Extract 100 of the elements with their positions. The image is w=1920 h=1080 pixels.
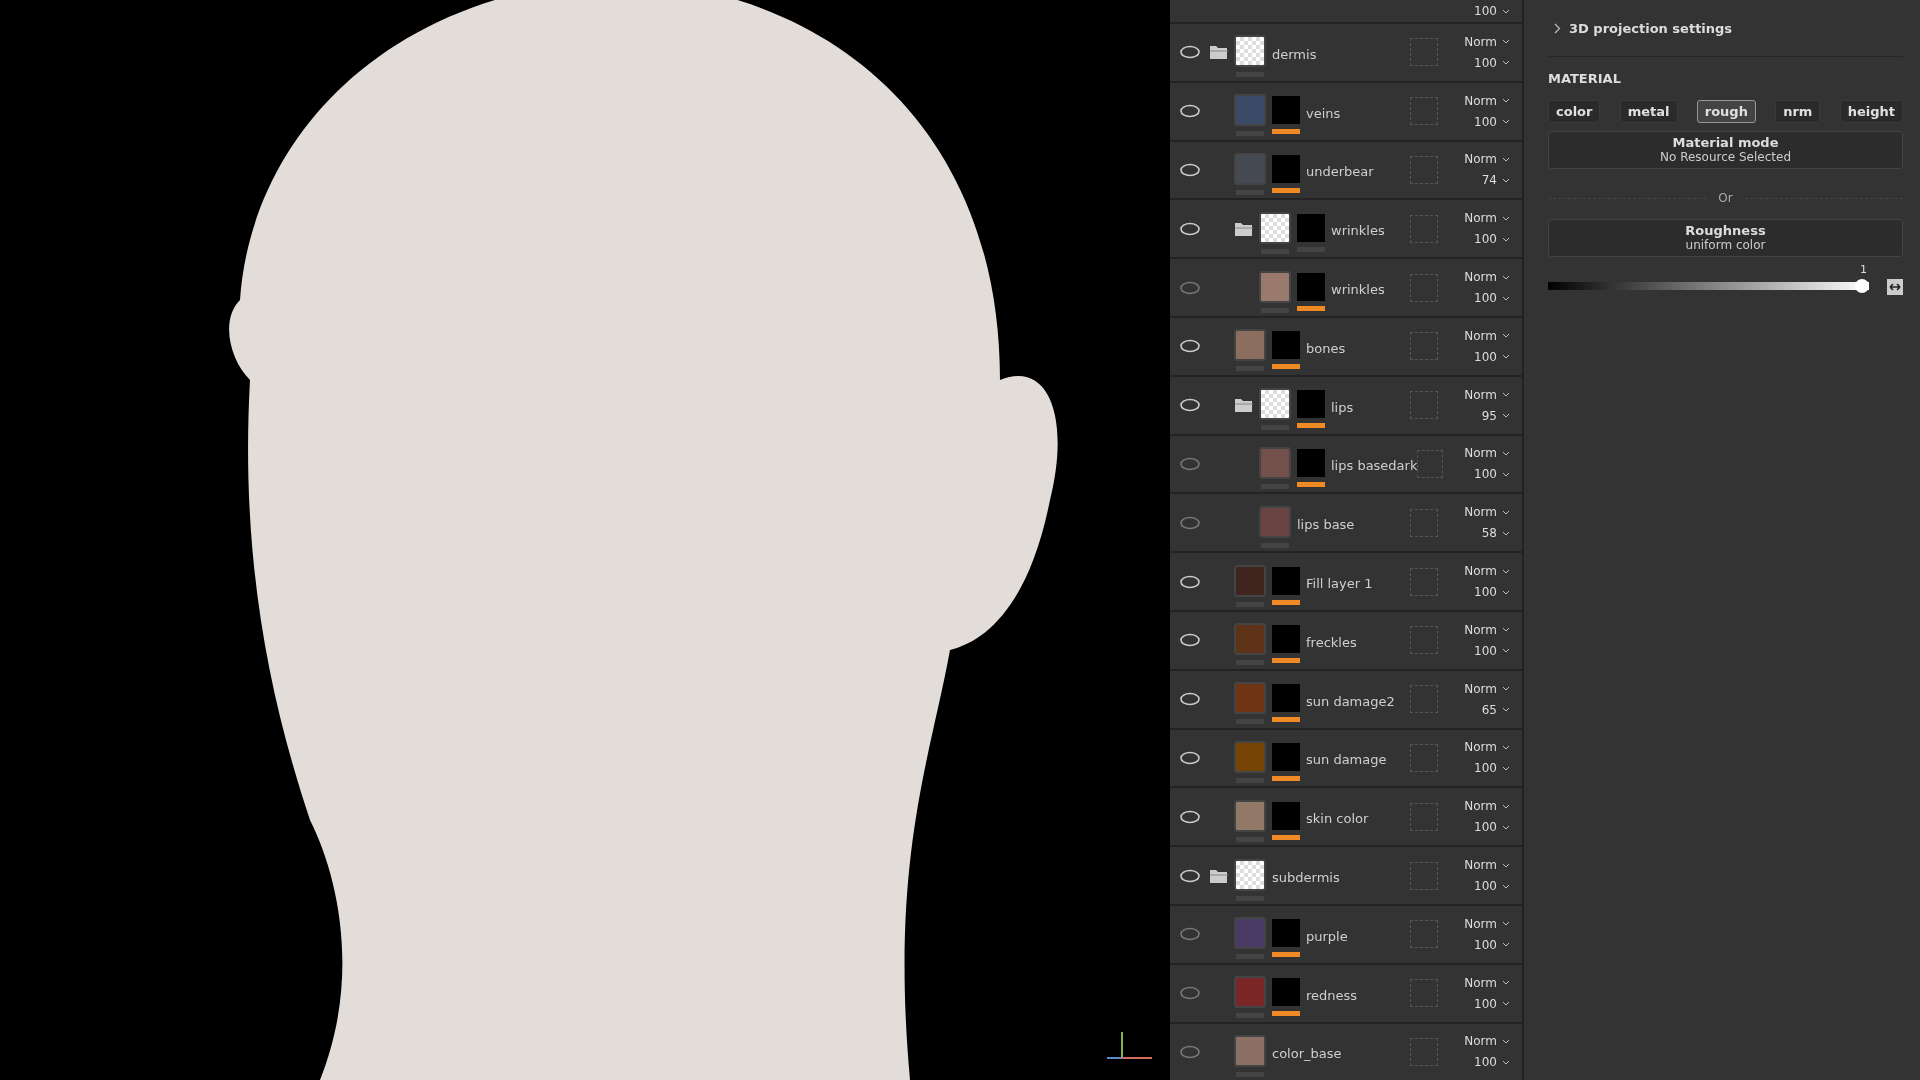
channel-button[interactable]: height xyxy=(1839,100,1903,123)
channel-button[interactable]: metal xyxy=(1619,100,1678,123)
blend-mode-dropdown[interactable]: Norm xyxy=(1464,152,1510,167)
opacity-dropdown[interactable]: 74 xyxy=(1481,173,1510,188)
opacity-dropdown[interactable]: 100 xyxy=(1474,291,1510,306)
visibility-eye-icon[interactable] xyxy=(1180,574,1200,589)
effect-slot[interactable] xyxy=(1410,273,1438,302)
folder-icon[interactable] xyxy=(1234,220,1254,237)
blend-mode-dropdown[interactable]: Norm xyxy=(1464,93,1510,108)
folder-thumbnail[interactable] xyxy=(1259,388,1291,421)
blend-mode-dropdown[interactable]: Norm xyxy=(1464,622,1510,637)
effect-slot[interactable] xyxy=(1410,802,1438,831)
blend-mode-dropdown[interactable]: Norm xyxy=(1464,681,1510,696)
mask-thumbnail[interactable] xyxy=(1272,801,1300,830)
opacity-dropdown[interactable]: 100 xyxy=(1474,585,1510,600)
effect-slot[interactable] xyxy=(1417,449,1444,478)
material-mode-button[interactable]: Material mode No Resource Selected xyxy=(1548,131,1903,169)
fill-thumbnail[interactable] xyxy=(1234,799,1266,832)
opacity-dropdown[interactable]: 100 xyxy=(1474,349,1510,364)
effect-slot[interactable] xyxy=(1410,156,1438,184)
blend-mode-dropdown[interactable]: Norm xyxy=(1464,211,1510,226)
opacity-dropdown[interactable]: 95 xyxy=(1481,408,1510,423)
effect-slot[interactable] xyxy=(1410,391,1438,420)
folder-thumbnail[interactable] xyxy=(1259,211,1291,244)
blend-mode-dropdown[interactable]: Norm xyxy=(1464,916,1510,931)
mask-thumbnail[interactable] xyxy=(1297,272,1325,301)
opacity-dropdown[interactable]: 100 xyxy=(1474,114,1510,129)
effect-slot[interactable] xyxy=(1410,508,1438,537)
opacity-dropdown[interactable]: 100 xyxy=(1474,643,1510,658)
visibility-eye-icon[interactable] xyxy=(1180,398,1200,413)
visibility-eye-icon[interactable] xyxy=(1180,339,1200,354)
roughness-source-button[interactable]: Roughness uniform color xyxy=(1548,219,1903,257)
mask-thumbnail[interactable] xyxy=(1272,96,1300,125)
visibility-eye-icon[interactable] xyxy=(1180,809,1200,824)
visibility-eye-icon[interactable] xyxy=(1180,163,1200,177)
fill-thumbnail[interactable] xyxy=(1234,623,1266,656)
blend-mode-dropdown[interactable]: Norm xyxy=(1464,505,1510,520)
section-header[interactable]: 3D projection settings xyxy=(1548,0,1903,57)
blend-mode-dropdown[interactable]: Norm xyxy=(1464,799,1510,814)
fill-thumbnail[interactable] xyxy=(1234,329,1266,362)
fill-thumbnail[interactable] xyxy=(1234,976,1266,1009)
fill-thumbnail[interactable] xyxy=(1234,94,1266,127)
swap-icon[interactable] xyxy=(1887,279,1903,295)
blend-mode-dropdown[interactable]: Norm xyxy=(1464,858,1510,873)
effect-slot[interactable] xyxy=(1410,97,1438,126)
fill-thumbnail[interactable] xyxy=(1234,917,1266,950)
mask-thumbnail[interactable] xyxy=(1272,742,1300,771)
mask-thumbnail[interactable] xyxy=(1272,155,1300,183)
opacity-dropdown[interactable]: 100 xyxy=(1474,820,1510,835)
blend-mode-dropdown[interactable]: Norm xyxy=(1464,387,1510,402)
mask-thumbnail[interactable] xyxy=(1272,919,1300,948)
blend-mode-dropdown[interactable]: Norm xyxy=(1464,1034,1510,1049)
mask-thumbnail[interactable] xyxy=(1272,566,1300,595)
effect-slot[interactable] xyxy=(1410,861,1438,890)
opacity-dropdown[interactable]: 100 xyxy=(1474,937,1510,952)
opacity-dropdown[interactable]: 100 xyxy=(1474,761,1510,776)
opacity-dropdown[interactable]: 100 xyxy=(1474,879,1510,894)
mask-thumbnail[interactable] xyxy=(1272,625,1300,654)
mask-thumbnail[interactable] xyxy=(1272,331,1300,360)
folder-thumbnail[interactable] xyxy=(1234,35,1266,68)
roughness-slider[interactable] xyxy=(1548,279,1869,293)
blend-mode-dropdown[interactable]: Norm xyxy=(1464,975,1510,990)
visibility-eye-icon[interactable] xyxy=(1180,104,1200,119)
effect-slot[interactable] xyxy=(1410,567,1438,596)
fill-thumbnail[interactable] xyxy=(1234,564,1266,597)
channel-button[interactable]: color xyxy=(1548,100,1601,123)
opacity-dropdown[interactable]: 65 xyxy=(1481,702,1510,717)
mask-thumbnail[interactable] xyxy=(1297,448,1325,477)
visibility-eye-icon[interactable] xyxy=(1180,868,1200,883)
fill-thumbnail[interactable] xyxy=(1259,270,1291,303)
opacity-dropdown[interactable]: 100 xyxy=(1474,232,1510,247)
folder-icon[interactable] xyxy=(1209,44,1229,61)
blend-mode-dropdown[interactable]: Norm xyxy=(1464,34,1510,49)
visibility-eye-icon[interactable] xyxy=(1180,750,1200,765)
fill-thumbnail[interactable] xyxy=(1234,1034,1266,1067)
fill-thumbnail[interactable] xyxy=(1234,682,1266,715)
mask-thumbnail[interactable] xyxy=(1297,213,1325,242)
blend-mode-dropdown[interactable]: Norm xyxy=(1464,270,1510,285)
effect-slot[interactable] xyxy=(1410,920,1438,949)
opacity-dropdown[interactable]: 100 xyxy=(1474,467,1510,482)
effect-slot[interactable] xyxy=(1410,38,1438,67)
visibility-eye-icon[interactable] xyxy=(1180,692,1200,707)
blend-mode-dropdown[interactable]: Norm xyxy=(1464,446,1510,461)
opacity-dropdown[interactable]: 58 xyxy=(1481,526,1510,541)
slider-thumb[interactable] xyxy=(1855,279,1869,293)
mask-thumbnail[interactable] xyxy=(1272,684,1300,713)
fill-thumbnail[interactable] xyxy=(1259,505,1291,538)
folder-icon[interactable] xyxy=(1234,397,1254,414)
opacity-dropdown[interactable]: 100 xyxy=(1474,55,1510,70)
mask-thumbnail[interactable] xyxy=(1297,390,1325,419)
effect-slot[interactable] xyxy=(1410,626,1438,655)
effect-slot[interactable] xyxy=(1410,214,1438,243)
channel-button[interactable]: rough xyxy=(1696,100,1756,123)
folder-thumbnail[interactable] xyxy=(1234,858,1266,891)
blend-mode-dropdown[interactable]: Norm xyxy=(1464,564,1510,579)
effect-slot[interactable] xyxy=(1410,685,1438,714)
opacity-dropdown[interactable]: 100 xyxy=(1474,1055,1510,1070)
opacity-dropdown[interactable]: 100 xyxy=(1474,4,1510,18)
folder-icon[interactable] xyxy=(1209,867,1229,884)
visibility-eye-icon[interactable] xyxy=(1180,45,1200,60)
